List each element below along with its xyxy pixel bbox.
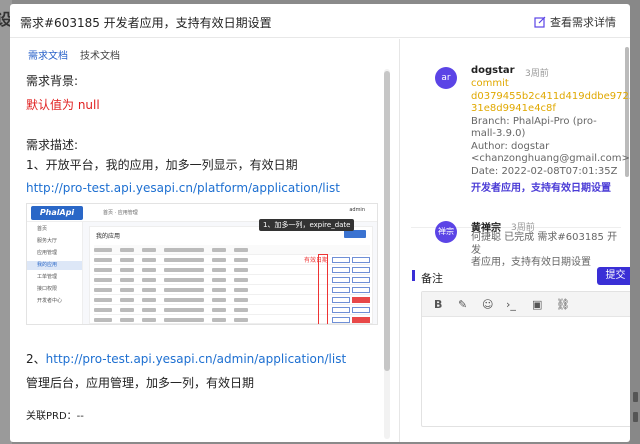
image-icon[interactable]: ▣ <box>532 298 542 311</box>
view-detail-label: 查看需求详情 <box>550 16 616 29</box>
submit-button[interactable]: 提交 <box>597 267 630 285</box>
table-row <box>94 275 370 285</box>
commit-branch-cont: mall-3.9.0) <box>471 128 526 139</box>
shot-side-item: 服务大厅 <box>37 238 58 244</box>
pen-icon[interactable]: ✎ <box>458 298 467 311</box>
bold-icon[interactable]: B <box>434 298 442 311</box>
shot-side-item: 接口权限 <box>37 286 58 292</box>
emoji-icon[interactable]: ☺ <box>482 298 493 311</box>
default-value-text: 默认值为 null <box>26 98 100 112</box>
item-2-prefix: 2、 <box>26 352 46 366</box>
commit-author-email: <chanzonghuang@gmail.com> <box>471 153 630 164</box>
scroll-mark <box>633 392 638 402</box>
commit-author: Author: dogstar <box>471 140 550 152</box>
shot-side-item: 首页 <box>37 226 48 232</box>
commit-message: commit d0379455b2c411d419ddbe9725 31e8d9… <box>471 78 630 196</box>
scrollbar-thumb[interactable] <box>384 71 390 371</box>
highlight-box <box>318 254 328 324</box>
commit-date: Date: 2022-02-08T07:01:35Z <box>471 165 618 177</box>
shot-page-title: 我的应用 <box>96 233 121 240</box>
table-row <box>94 245 370 255</box>
link-icon[interactable]: ⛓ <box>556 298 570 311</box>
comment-line: 何捷聪 已完成 需求#603185 开发 <box>471 232 618 256</box>
note-editor[interactable]: B ✎ ☺ ›_ ▣ ⛓ <box>421 291 630 427</box>
scroll-mark <box>633 412 638 422</box>
document-body-lower: 2、http://pro-test.api.yesapi.cn/admin/ap… <box>26 351 381 425</box>
shot-side-item: 开发者中心 <box>37 298 63 304</box>
avatar: ar <box>435 67 457 89</box>
commit-label: commit <box>471 78 509 89</box>
table-row <box>94 315 370 324</box>
shot-add-button <box>344 230 366 238</box>
edit-icon <box>534 16 546 28</box>
table-row <box>94 285 370 295</box>
table-row <box>94 295 370 305</box>
table-row <box>94 265 370 275</box>
commit-branch: Branch: PhalApi-Pro (pro- <box>471 115 597 127</box>
commit-hash-cont[interactable]: 31e8d9941e4c8f <box>471 103 623 116</box>
admin-link[interactable]: http://pro-test.api.yesapi.cn/admin/appl… <box>46 352 347 366</box>
note-label: 备注 <box>421 272 443 285</box>
editor-toolbar: B ✎ ☺ ›_ ▣ ⛓ <box>422 292 630 317</box>
tab-requirement-doc[interactable]: 需求文档 <box>28 47 68 64</box>
shot-nav: 首页 · 应用管理 <box>103 210 138 216</box>
comment-body: 何捷聪 已完成 需求#603185 开发 者应用，支持有效日期设置 <box>471 232 623 270</box>
document-pane: 需求文档 技术文档 需求背景: 默认值为 null 需求描述: 1、开放平台，我… <box>10 39 400 442</box>
description-heading: 需求描述: <box>26 138 79 152</box>
requirement-item-1: 1、开放平台，我的应用，加多一列显示，有效日期 <box>26 158 298 172</box>
table-row <box>94 305 370 315</box>
modal-title: 需求#603185 开发者应用，支持有效日期设置 <box>20 16 272 30</box>
background-heading: 需求背景: <box>26 74 79 88</box>
activity-pane: ar dogstar 3周前 commit d0379455b2c411d419… <box>401 39 630 442</box>
shot-sidebar: 首页 服务大厅 应用管理 我的应用 工单管理 接口权限 开发者中心 <box>27 222 83 324</box>
requirement-item-2-desc: 管理后台，应用管理，加多一列，有效日期 <box>26 376 255 390</box>
note-accent-bar <box>412 270 415 281</box>
requirement-modal: 需求#603185 开发者应用，支持有效日期设置 查看需求详情 需求文档 技术文… <box>10 4 630 442</box>
document-scrollbar[interactable] <box>384 69 390 439</box>
shot-table <box>94 245 370 324</box>
background-scrollbar <box>630 0 640 444</box>
requirement-item-2: 2、http://pro-test.api.yesapi.cn/admin/ap… <box>26 351 381 375</box>
commit-hash[interactable]: d0379455b2c411d419ddbe9725 <box>471 91 630 104</box>
doc-tabs: 需求文档 技术文档 <box>28 47 120 64</box>
tab-tech-doc[interactable]: 技术文档 <box>80 47 120 64</box>
expire-column-label: 有效日期 <box>304 257 329 264</box>
modal-header: 需求#603185 开发者应用，支持有效日期设置 查看需求详情 <box>10 4 630 38</box>
shot-admin: admin <box>349 207 365 213</box>
table-row <box>94 255 370 265</box>
shot-side-item: 工单管理 <box>37 274 58 280</box>
commit-title: 开发者应用，支持有效日期设置 <box>471 183 611 194</box>
related-prd: 关联PRD：-- <box>26 411 84 422</box>
avatar: 禅宗 <box>435 221 457 243</box>
view-detail-link[interactable]: 查看需求详情 <box>534 14 616 30</box>
document-body: 需求背景: 默认值为 null 需求描述: 1、开放平台，我的应用，加多一列显示… <box>26 73 381 196</box>
annotation-tooltip: 1、加多一列，expire_date <box>259 219 355 231</box>
shot-main: 我的应用 有效日期 <box>89 226 373 324</box>
shot-logo: PhalApi <box>31 206 83 220</box>
embedded-screenshot: PhalApi 首页 · 应用管理 admin 首页 服务大厅 应用管理 我的应… <box>26 203 378 325</box>
comment-author: dogstar <box>471 65 515 76</box>
code-icon[interactable]: ›_ <box>506 298 516 311</box>
platform-link[interactable]: http://pro-test.api.yesapi.cn/platform/a… <box>26 180 381 196</box>
shot-side-item-active: 我的应用 <box>27 261 82 270</box>
shot-side-item: 应用管理 <box>37 250 58 256</box>
